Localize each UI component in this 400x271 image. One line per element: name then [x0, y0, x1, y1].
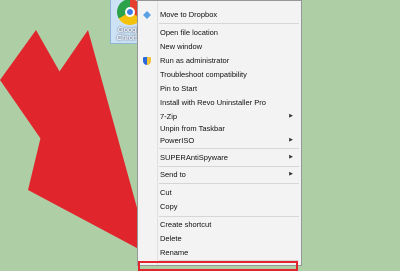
submenu-arrow-icon: ▶ [289, 171, 293, 177]
menu-separator [159, 183, 299, 184]
menu-item-label: Troubleshoot compatibility [160, 70, 247, 79]
menu-item-open-file-location[interactable]: Open file location [138, 26, 301, 39]
menu-separator [159, 23, 299, 24]
menu-item-label: Install with Revo Uninstaller Pro [160, 98, 266, 107]
menu-item-new-window[interactable]: New window [138, 40, 301, 53]
menu-separator [159, 216, 299, 217]
submenu-arrow-icon: ▶ [289, 154, 293, 160]
menu-item-install-with-revo[interactable]: Install with Revo Uninstaller Pro [138, 96, 301, 109]
properties-item-highlight[interactable] [138, 261, 298, 271]
menu-item-copy[interactable]: Copy [138, 200, 301, 213]
menu-item-delete[interactable]: Delete [138, 232, 301, 245]
menu-item-poweriso[interactable]: PowerISO ▶ [138, 134, 301, 147]
menu-item-label: Rename [160, 248, 189, 257]
menu-item-label: Move to Dropbox [160, 10, 218, 19]
menu-item-label: Create shortcut [160, 220, 212, 229]
context-menu: Move to Dropbox Open file location New w… [137, 0, 302, 266]
menu-item-label: New window [160, 42, 203, 51]
menu-item-label: Run as administrator [160, 56, 230, 65]
menu-item-label: Cut [160, 188, 172, 197]
menu-item-create-shortcut[interactable]: Create shortcut [138, 218, 301, 231]
menu-item-label: Open file location [160, 28, 218, 37]
menu-item-send-to[interactable]: Send to ▶ [138, 168, 301, 181]
submenu-arrow-icon: ▶ [289, 137, 293, 143]
menu-item-pin-to-start[interactable]: Pin to Start [138, 82, 301, 95]
menu-item-cutoff[interactable] [138, 0, 301, 3]
menu-item-label: PowerISO [160, 136, 195, 145]
menu-item-label: Send to [160, 170, 186, 179]
menu-item-superantispyware[interactable]: SUPERAntiSpyware ▶ [138, 151, 301, 164]
menu-item-troubleshoot-compatibility[interactable]: Troubleshoot compatibility [138, 68, 301, 81]
menu-item-run-as-administrator[interactable]: Run as administrator [138, 54, 301, 67]
red-pointer-arrow-icon [0, 30, 150, 255]
menu-item-move-to-dropbox[interactable]: Move to Dropbox [138, 8, 301, 21]
dropbox-icon [143, 11, 151, 19]
menu-separator [159, 166, 299, 167]
menu-item-label: Delete [160, 234, 182, 243]
menu-item-label: SUPERAntiSpyware [160, 153, 228, 162]
shield-icon [143, 57, 151, 65]
menu-item-cut[interactable]: Cut [138, 186, 301, 199]
menu-item-label: Pin to Start [160, 84, 198, 93]
menu-separator [159, 148, 299, 149]
menu-item-label: Copy [160, 202, 178, 211]
menu-item-rename[interactable]: Rename [138, 246, 301, 259]
